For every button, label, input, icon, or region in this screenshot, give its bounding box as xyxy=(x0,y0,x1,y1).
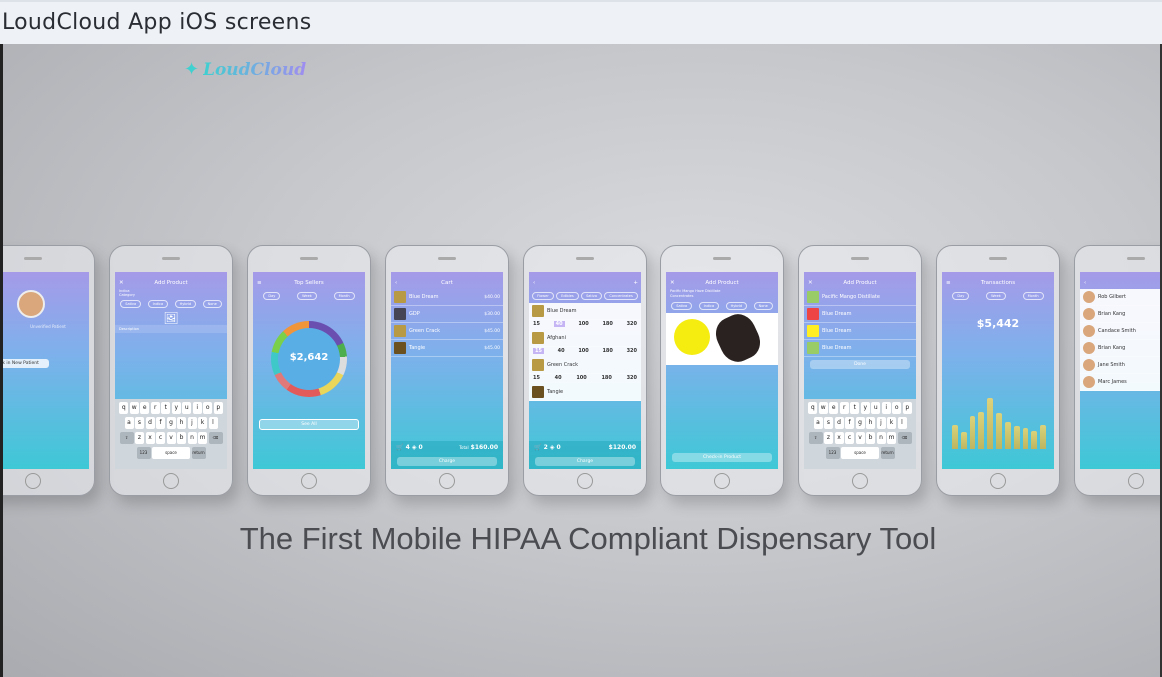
keyboard: qwertyuiop asdfghjkl ⇧ z x c v b n m ⌫ 123 space r… xyxy=(115,399,227,469)
chart-bar xyxy=(1031,431,1038,449)
page-header: LoudCloud App iOS screens xyxy=(0,0,1162,44)
check-in-button: Check in New Patient xyxy=(3,359,49,368)
video-frame[interactable]: ✦ LoudCloud Unverified Patient Check in … xyxy=(0,44,1160,677)
phone-add-product-detail: ✕ Add Product Pacific Mango Haze Distilla… xyxy=(660,245,784,496)
chart-bar xyxy=(978,411,985,449)
phone-top-sellers: ≡ Top Sellers Day Week Month $2,642 See All xyxy=(247,245,371,496)
chart-bar xyxy=(952,425,958,449)
phone-add-product-list: ✕ Add Product Pacific Mango Distillate Bl… xyxy=(798,245,922,496)
screen-title: Add Product xyxy=(154,280,188,286)
chart-bar xyxy=(969,416,976,449)
avatar xyxy=(17,290,45,318)
chart-bar xyxy=(1013,426,1020,449)
chart-bar xyxy=(1040,425,1046,449)
contact-row: Jane Smith xyxy=(1080,357,1160,374)
phone-add-product: ✕ Add Product Indica Category Sativa Indic… xyxy=(109,245,233,496)
patient-status: Unverified Patient xyxy=(30,324,66,329)
phone-transactions: ≡ Transactions Day Week Month $5,442 xyxy=(936,245,1060,496)
contact-row: Rob Gilbert xyxy=(1080,289,1160,306)
contact-row: Candace Smith xyxy=(1080,323,1160,340)
contact-row: Brian Kang xyxy=(1080,340,1160,357)
contact-row: Brian Kang xyxy=(1080,306,1160,323)
chart-bar xyxy=(960,432,967,449)
see-all-button: See All xyxy=(259,419,359,430)
chart-bar xyxy=(987,398,994,449)
bar-chart xyxy=(952,389,1046,449)
logo: LoudCloud xyxy=(203,60,307,80)
image-placeholder-icon: 🖼 xyxy=(163,311,179,325)
phone-patient: Unverified Patient Check in New Patient xyxy=(3,245,95,496)
phone-menu: ‹ + Flower Edibles Sativa Concentrates Blue … xyxy=(523,245,647,496)
page-title: LoudCloud App iOS screens xyxy=(2,10,312,35)
phone-contacts: ‹ Rob Gilbert Brian Kang Candace Smith Bria… xyxy=(1074,245,1160,496)
chart-bar xyxy=(996,413,1002,449)
donut-chart: $2,642 xyxy=(271,321,347,397)
cannabis-leaf-icon: ✦ xyxy=(184,59,200,80)
phone-cart: ‹ Cart Blue Dream $40.00 GDP $30.00 Green C… xyxy=(385,245,509,496)
chart-bar xyxy=(1004,422,1011,449)
chart-bar xyxy=(1022,428,1029,449)
contact-row: Marc James xyxy=(1080,374,1160,391)
tagline: The First Mobile HIPAA Compliant Dispens… xyxy=(239,521,937,556)
product-image xyxy=(666,308,778,368)
keyboard: qwertyuiop asdfghjkl ⇧ z x c v b n m ⌫ 123 space r… xyxy=(804,399,916,469)
